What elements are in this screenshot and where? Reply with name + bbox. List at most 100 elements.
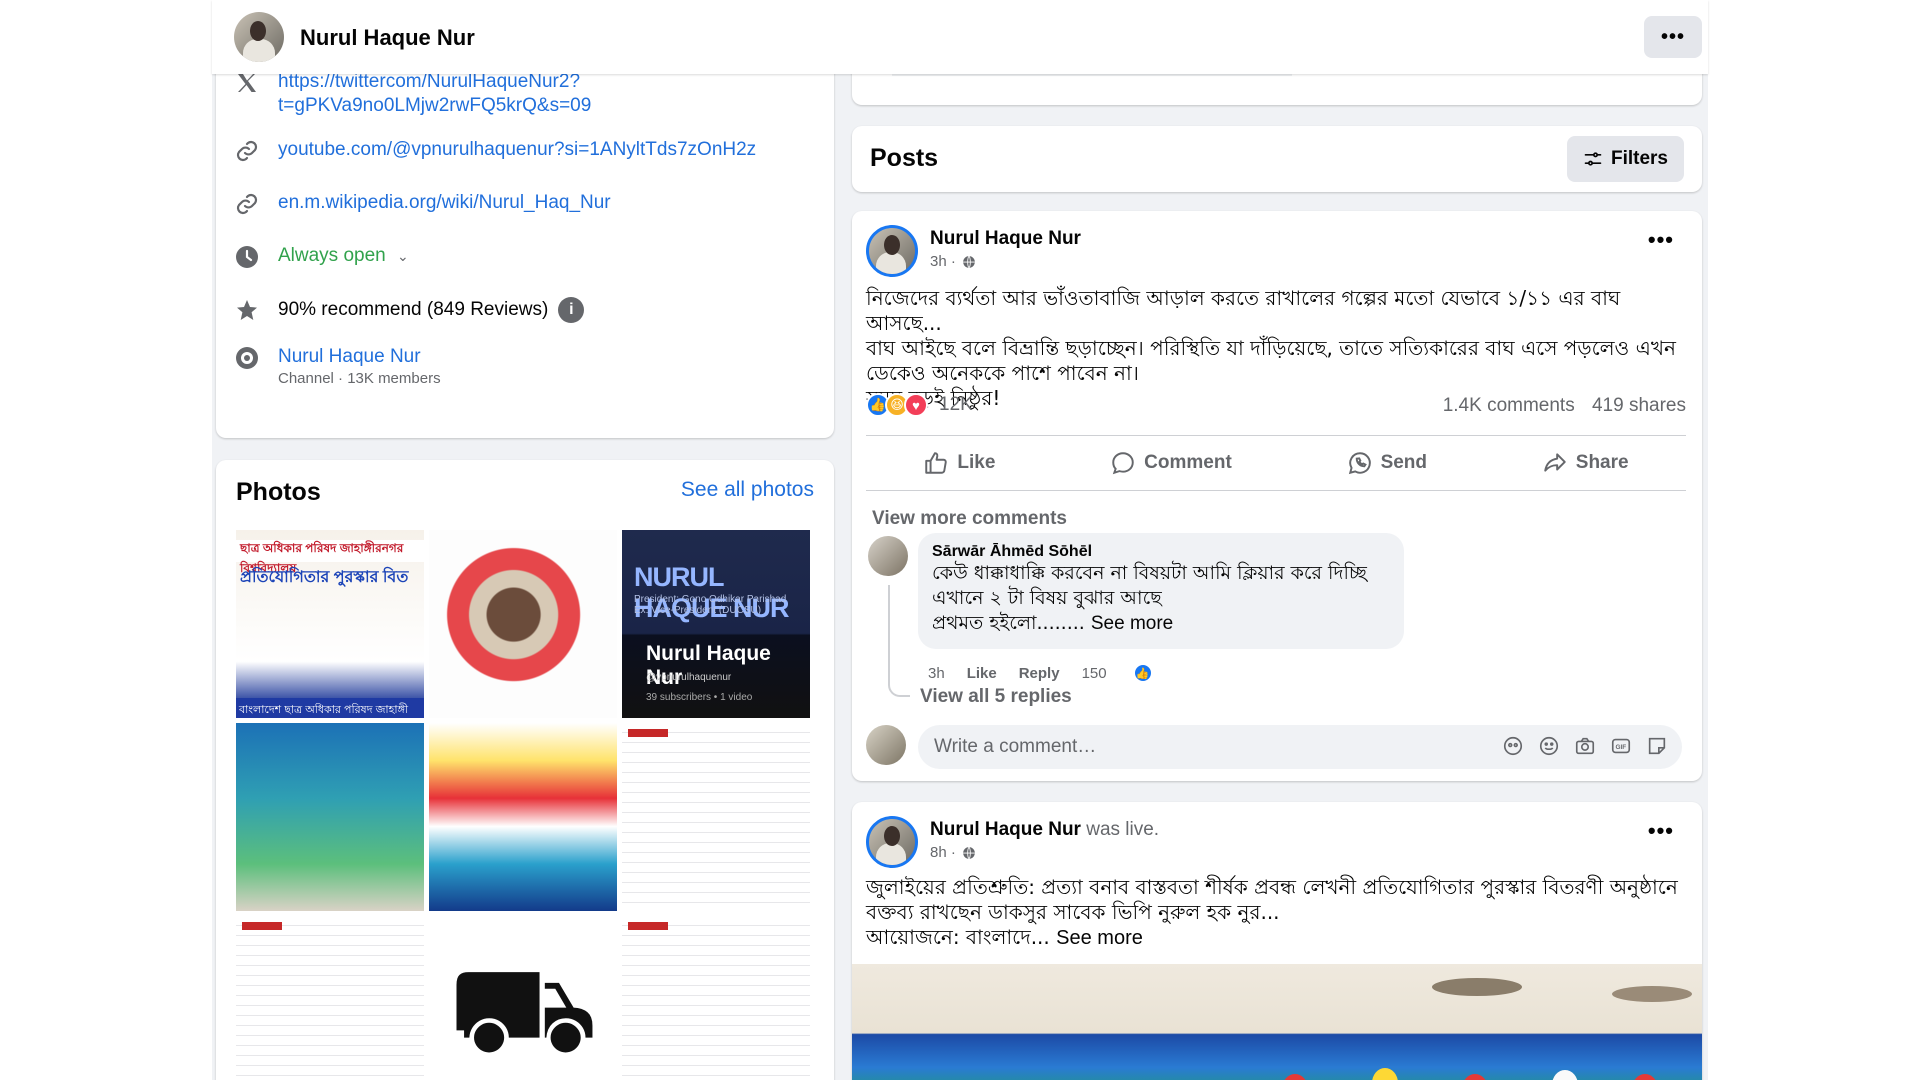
comment-meta: 3h Like Reply 150 👍 bbox=[928, 663, 1197, 683]
hours-dropdown[interactable]: Always open ⌄ bbox=[278, 244, 409, 268]
commenter-avatar[interactable] bbox=[868, 536, 908, 576]
reply-thread-line bbox=[888, 585, 910, 697]
emoji-icon[interactable] bbox=[1538, 735, 1560, 757]
comment-time[interactable]: 3h bbox=[928, 665, 945, 682]
thumbs-up-icon bbox=[923, 450, 949, 476]
right-gutter bbox=[1708, 0, 1920, 1080]
view-more-comments[interactable]: View more comments bbox=[872, 508, 1067, 530]
truck-icon: ⛟ bbox=[447, 943, 599, 1077]
comment-like-button[interactable]: Like bbox=[967, 665, 997, 682]
photo-thumb[interactable] bbox=[236, 916, 424, 1080]
wikipedia-link[interactable]: en.m.wikipedia.org/wiki/Nurul_Haq_Nur bbox=[278, 191, 611, 215]
comment-bubble: Sārwār Āhmēd Sōhēl কেউ ধাক্কাধাক্কি করবে… bbox=[918, 533, 1404, 649]
photo-caption: President: Gono Odhikar Parishad Ex: Vice… bbox=[634, 594, 787, 616]
youtube-link-row: youtube.com/@vpnurulhaquenur?si=1ANyltTd… bbox=[234, 138, 756, 164]
info-icon[interactable]: i bbox=[558, 297, 585, 323]
filters-label: Filters bbox=[1610, 148, 1668, 169]
posts-header: Posts Filters bbox=[852, 126, 1702, 192]
share-arrow-icon bbox=[1542, 450, 1568, 476]
author-avatar[interactable] bbox=[866, 225, 918, 277]
gif-icon[interactable]: GIF bbox=[1610, 735, 1632, 757]
channel-link[interactable]: Nurul Haque Nur bbox=[278, 345, 441, 369]
photo-thumb[interactable] bbox=[236, 723, 424, 911]
hours-row: Always open ⌄ bbox=[234, 244, 409, 270]
share-button[interactable]: Share bbox=[1542, 450, 1629, 476]
reaction-count: 12K bbox=[939, 394, 973, 415]
ceiling-fan bbox=[1612, 986, 1692, 1002]
photo-grid: ছাত্র অধিকার পরিষদ জাহাঙ্গীরনগর বিশ্ববিদ… bbox=[236, 530, 814, 1080]
page-avatar[interactable] bbox=[234, 12, 284, 62]
photo-thumb[interactable] bbox=[429, 723, 617, 911]
comments-count[interactable]: 1.4K comments bbox=[1443, 395, 1575, 416]
left-gutter bbox=[0, 0, 212, 1080]
current-user-avatar[interactable] bbox=[866, 725, 906, 765]
comment-button[interactable]: Comment bbox=[1110, 450, 1232, 476]
photo-thumb[interactable]: NURUL HAQUE NUR President: Gono Odhikar … bbox=[622, 530, 810, 718]
more-horizontal-icon: ••• bbox=[1660, 25, 1685, 48]
live-video-thumbnail[interactable] bbox=[852, 964, 1702, 1080]
channel-row: Nurul Haque Nur Channel · 13K members bbox=[234, 345, 441, 389]
photo-thumb[interactable]: ছাত্র অধিকার পরিষদ জাহাঙ্গীরনগর বিশ্ববিদ… bbox=[236, 530, 424, 718]
reaction-summary[interactable]: 👍 😆 ♥ 12K bbox=[866, 393, 973, 417]
send-button[interactable]: Send bbox=[1347, 450, 1427, 476]
photo-caption: ছাত্র অধিকার পরিষদ জাহাঙ্গীরনগর বিশ্ববিদ… bbox=[236, 540, 424, 575]
see-more-link[interactable]: See more bbox=[1056, 927, 1143, 949]
post-text: নিজেদের ব্যর্থতা আর ভাঁওতাবাজি আড়াল করত… bbox=[866, 286, 1676, 410]
more-options-button[interactable]: ••• bbox=[1644, 16, 1702, 58]
recommend-text[interactable]: 90% recommend (849 Reviews) i bbox=[278, 297, 585, 323]
balloon bbox=[1282, 1074, 1308, 1080]
post-card: Nurul Haque Nur 3h · ••• নিজেদের ব্যর্থত… bbox=[852, 211, 1702, 781]
post-stats: 1.4K comments 419 shares bbox=[1431, 395, 1686, 417]
svg-text:GIF: GIF bbox=[1616, 744, 1627, 751]
shares-count[interactable]: 419 shares bbox=[1592, 395, 1686, 416]
love-reaction-icon: ♥ bbox=[904, 393, 928, 417]
twitter-link[interactable]: https://twittercom/NurulHaqueNur2? t=gPK… bbox=[278, 70, 591, 118]
post-options-icon[interactable]: ••• bbox=[1648, 227, 1674, 253]
comment-like-count[interactable]: 150 👍 bbox=[1082, 663, 1175, 683]
write-comment-input[interactable]: Write a comment… GIF bbox=[918, 725, 1682, 769]
intro-card: https://twittercom/NurulHaqueNur2? t=gPK… bbox=[216, 40, 834, 438]
photos-card: Photos See all photos ছাত্র অধিকার পরিষদ… bbox=[216, 460, 834, 1080]
comment-tools: GIF bbox=[1502, 735, 1668, 757]
ceiling-fan bbox=[1432, 978, 1522, 996]
sticker-icon[interactable] bbox=[1646, 735, 1668, 757]
post-actions: Like Comment Send Share bbox=[866, 435, 1686, 491]
view-all-replies[interactable]: View all 5 replies bbox=[920, 686, 1072, 708]
camera-icon[interactable] bbox=[1574, 735, 1596, 757]
photo-caption: বাংলাদেশ ছাত্র অধিকার পরিষদ জাহাঙ্গী bbox=[236, 698, 424, 718]
photo-thumb[interactable]: ⛟ bbox=[429, 916, 617, 1080]
balloon bbox=[1462, 1074, 1488, 1080]
write-comment-row: Write a comment… GIF bbox=[866, 723, 1696, 771]
post-author[interactable]: Nurul Haque Nur was live. bbox=[930, 819, 1159, 841]
post-time[interactable]: 8h · bbox=[930, 844, 976, 861]
balloon bbox=[1372, 1068, 1398, 1080]
see-more-link[interactable]: See more bbox=[1091, 613, 1173, 634]
avatar-sticker-icon[interactable] bbox=[1502, 735, 1524, 757]
post-author[interactable]: Nurul Haque Nur bbox=[930, 228, 1081, 250]
star-icon bbox=[234, 297, 260, 323]
post-time[interactable]: 3h · bbox=[930, 253, 976, 270]
link-icon bbox=[234, 138, 260, 164]
commenter-name[interactable]: Sārwār Āhmēd Sōhēl bbox=[932, 543, 1390, 561]
photo-thumb[interactable] bbox=[429, 530, 617, 718]
recommend-row: 90% recommend (849 Reviews) i bbox=[234, 297, 585, 323]
photo-thumb[interactable] bbox=[622, 723, 810, 911]
page-title[interactable]: Nurul Haque Nur bbox=[300, 25, 475, 51]
globe-icon bbox=[962, 255, 976, 269]
like-button[interactable]: Like bbox=[923, 450, 995, 476]
photo-caption: @vpnurulhaquenur bbox=[646, 672, 732, 683]
channel-meta: Channel · 13K members bbox=[278, 370, 441, 387]
filters-button[interactable]: Filters bbox=[1566, 136, 1684, 182]
whatsapp-icon bbox=[1347, 450, 1373, 476]
author-avatar[interactable] bbox=[866, 816, 918, 868]
see-all-photos-link[interactable]: See all photos bbox=[681, 478, 814, 502]
chevron-down-icon: ⌄ bbox=[397, 248, 409, 264]
post-options-icon[interactable]: ••• bbox=[1648, 818, 1674, 844]
twitter-link-row: https://twittercom/NurulHaqueNur2? t=gPK… bbox=[234, 70, 591, 118]
comment-reply-button[interactable]: Reply bbox=[1019, 665, 1060, 682]
photos-title: Photos bbox=[236, 478, 321, 506]
balloon bbox=[1632, 1074, 1658, 1080]
photo-thumb[interactable] bbox=[622, 916, 810, 1080]
youtube-link[interactable]: youtube.com/@vpnurulhaquenur?si=1ANyltTd… bbox=[278, 138, 756, 162]
channel-icon bbox=[234, 345, 260, 371]
